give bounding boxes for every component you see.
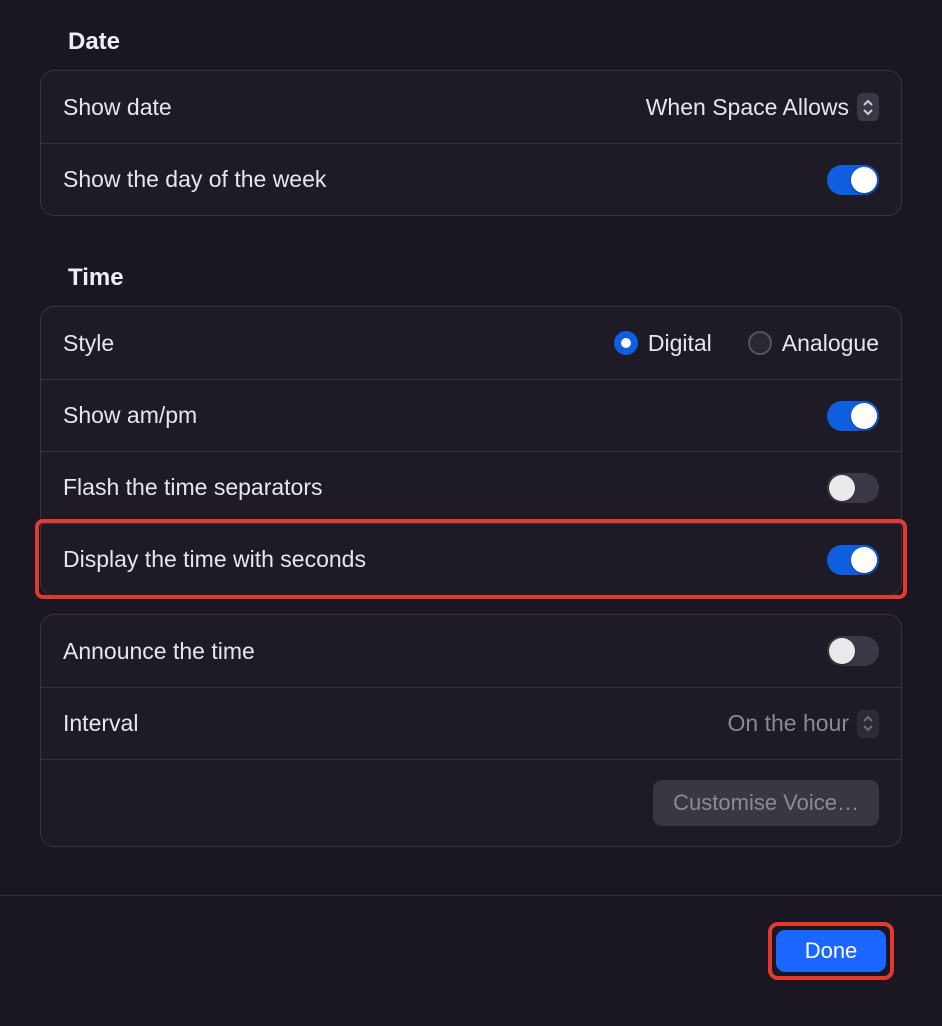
time-section-title: Time [68,264,902,292]
style-radio-group: Digital Analogue [614,330,879,357]
flash-separators-row: Flash the time separators [41,451,901,523]
style-digital-label: Digital [648,330,712,357]
done-button[interactable]: Done [776,930,886,972]
show-ampm-toggle[interactable] [827,401,879,431]
highlight-box-icon: Done [768,922,894,980]
show-date-row: Show date When Space Allows [41,71,901,143]
flash-separators-label: Flash the time separators [63,474,323,501]
updown-icon [857,93,879,121]
display-seconds-label: Display the time with seconds [63,546,366,573]
show-date-value: When Space Allows [646,94,849,121]
radio-icon [748,331,772,355]
announce-time-toggle[interactable] [827,636,879,666]
show-day-toggle[interactable] [827,165,879,195]
interval-label: Interval [63,710,138,737]
show-ampm-row: Show am/pm [41,379,901,451]
style-row: Style Digital Analogue [41,307,901,379]
show-date-select[interactable]: When Space Allows [646,93,879,121]
date-section-title: Date [68,28,902,56]
interval-select: On the hour [728,710,879,738]
show-day-label: Show the day of the week [63,166,326,193]
time-group: Style Digital Analogue Show am/pm Flash … [40,306,902,596]
show-date-label: Show date [63,94,172,121]
display-seconds-row: Display the time with seconds [41,523,901,595]
display-seconds-toggle[interactable] [827,545,879,575]
flash-separators-toggle[interactable] [827,473,879,503]
customise-voice-button: Customise Voice… [653,780,879,826]
customise-voice-row: Customise Voice… [41,759,901,846]
announce-time-label: Announce the time [63,638,255,665]
interval-value: On the hour [728,710,849,737]
clock-settings-panel: Date Show date When Space Allows Show th… [0,0,942,847]
announce-time-row: Announce the time [41,615,901,687]
style-label: Style [63,330,114,357]
show-ampm-label: Show am/pm [63,402,197,429]
date-group: Show date When Space Allows Show the day… [40,70,902,216]
footer: Done [0,896,942,1008]
interval-row: Interval On the hour [41,687,901,759]
style-radio-analogue[interactable]: Analogue [748,330,879,357]
show-day-row: Show the day of the week [41,143,901,215]
style-radio-digital[interactable]: Digital [614,330,712,357]
radio-icon [614,331,638,355]
announce-group: Announce the time Interval On the hour C… [40,614,902,847]
updown-icon [857,710,879,738]
style-analogue-label: Analogue [782,330,879,357]
